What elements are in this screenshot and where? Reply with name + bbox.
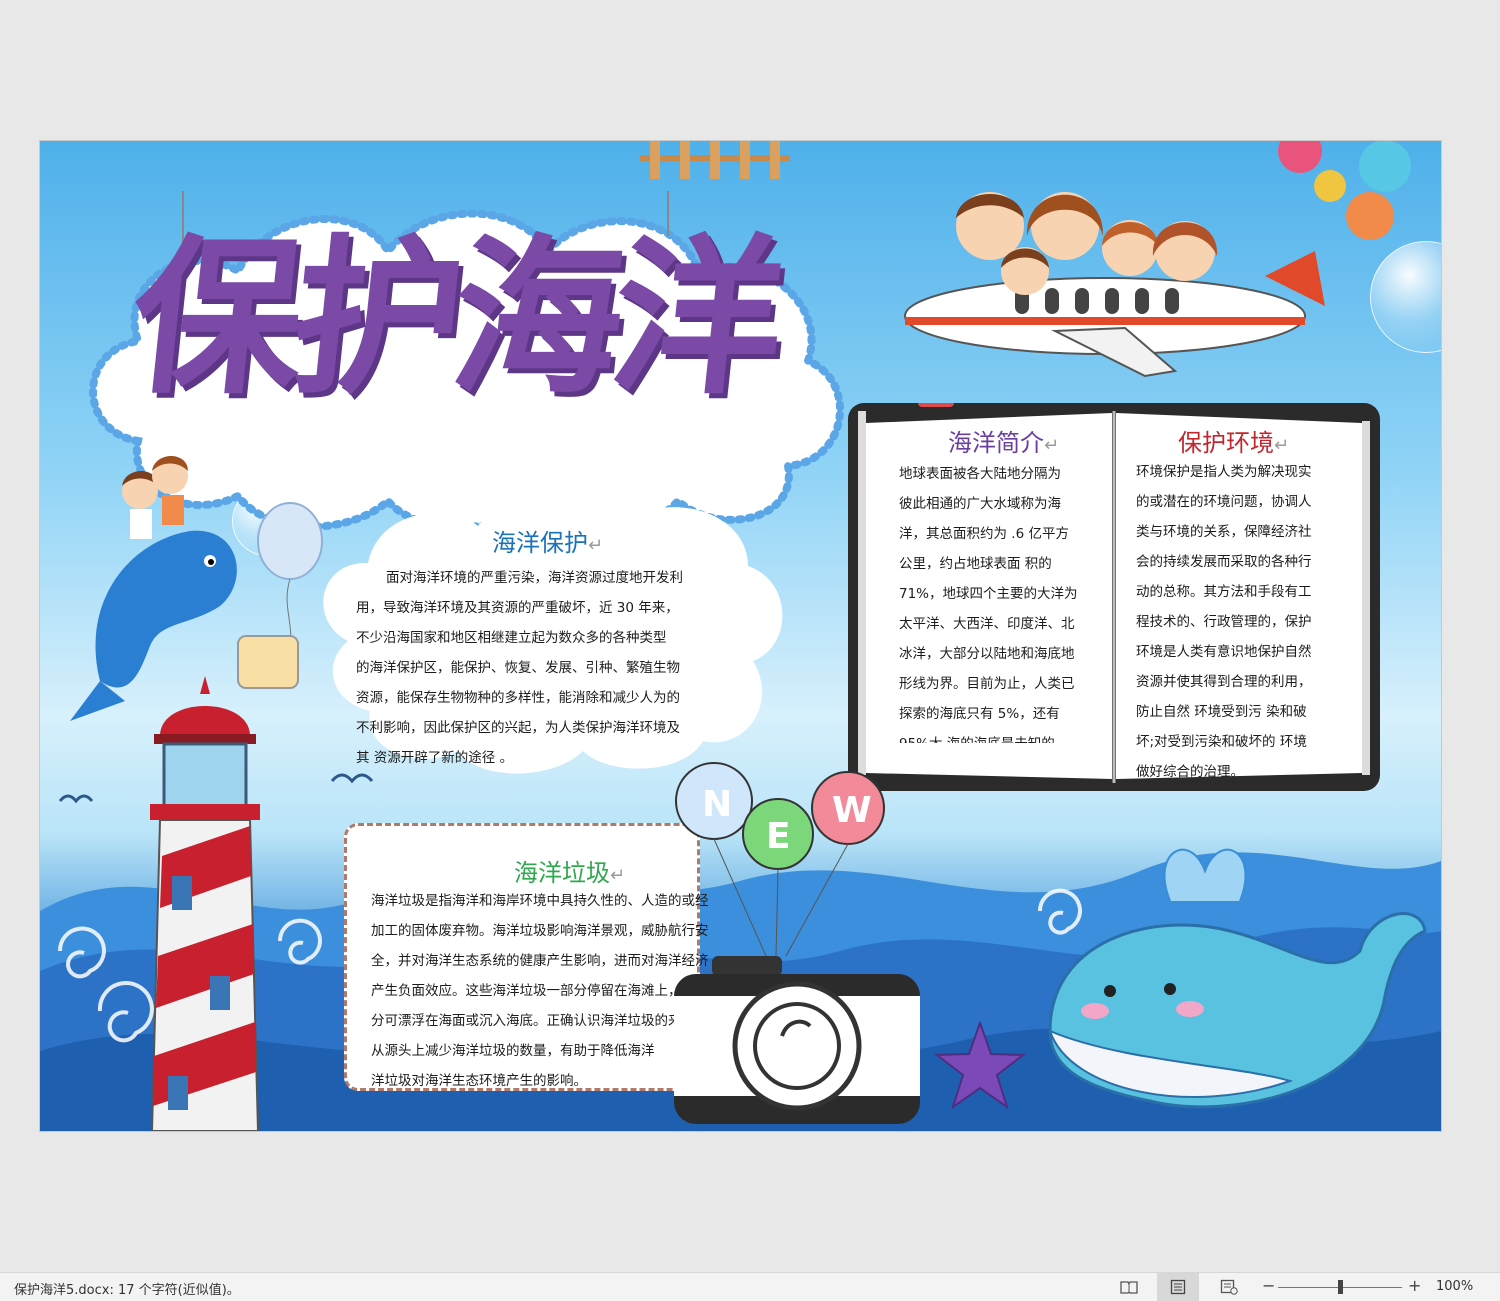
page-icon [1170,1279,1186,1295]
balloons-decoration [1278,141,1411,240]
status-bar: 保护海洋5.docx: 17 个字符(近似值)。 − + 100% [0,1272,1500,1301]
poster-title: 保护海洋 [122,220,784,418]
book-icon [1120,1281,1138,1294]
new-balloons: N E W [675,762,885,957]
camera-illustration [674,956,920,1124]
zoom-level[interactable]: 100% [1436,1279,1473,1294]
protection-title: 海洋保护↵ [492,529,604,557]
lighthouse-illustration [150,676,260,1131]
balloon-letter-n: N [702,784,732,825]
web-layout-button[interactable] [1208,1273,1250,1301]
intro-body: 地球表面被各大陆地分隔为 彼此相通的广大水域称为海 洋，其总面积约为 .6 亿平… [899,466,1078,743]
env-body: 环境保护是指人类为解决现实 的或潜在的环境问题，协调人 类与环境的关系，保障经济… [1136,464,1312,780]
read-mode-button[interactable] [1108,1273,1150,1301]
zoom-out-button[interactable]: − [1262,1276,1275,1295]
print-layout-button[interactable] [1157,1273,1199,1301]
litter-title: 海洋垃圾↵ [514,859,626,887]
seagull-icon [58,794,94,804]
seagull-icon [330,773,374,784]
zoom-in-button[interactable]: + [1408,1276,1421,1295]
intro-title: 海洋简介↵ [948,429,1060,457]
airplane-illustration [904,192,1325,378]
balloon-letter-w: W [832,790,872,831]
fence-decoration [640,141,790,179]
document-status: 保护海洋5.docx: 17 个字符(近似值)。 [14,1283,240,1298]
env-title: 保护环境↵ [1178,429,1290,457]
protection-body: 面对海洋环境的严重污染，海洋资源过度地开发利 用，导致海洋环境及其资源的严重破坏… [356,570,683,766]
document-page: 保护海洋 海洋保护↵ 面对海洋环境的严重污染，海洋资源过度地开发利 用，导致海洋… [39,140,1442,1132]
balloon-letter-e: E [766,816,791,857]
starfish-illustration [935,1021,1025,1110]
web-page-icon [1220,1279,1238,1295]
whale-illustration [1048,848,1427,1109]
zoom-slider-thumb[interactable] [1338,1280,1343,1294]
